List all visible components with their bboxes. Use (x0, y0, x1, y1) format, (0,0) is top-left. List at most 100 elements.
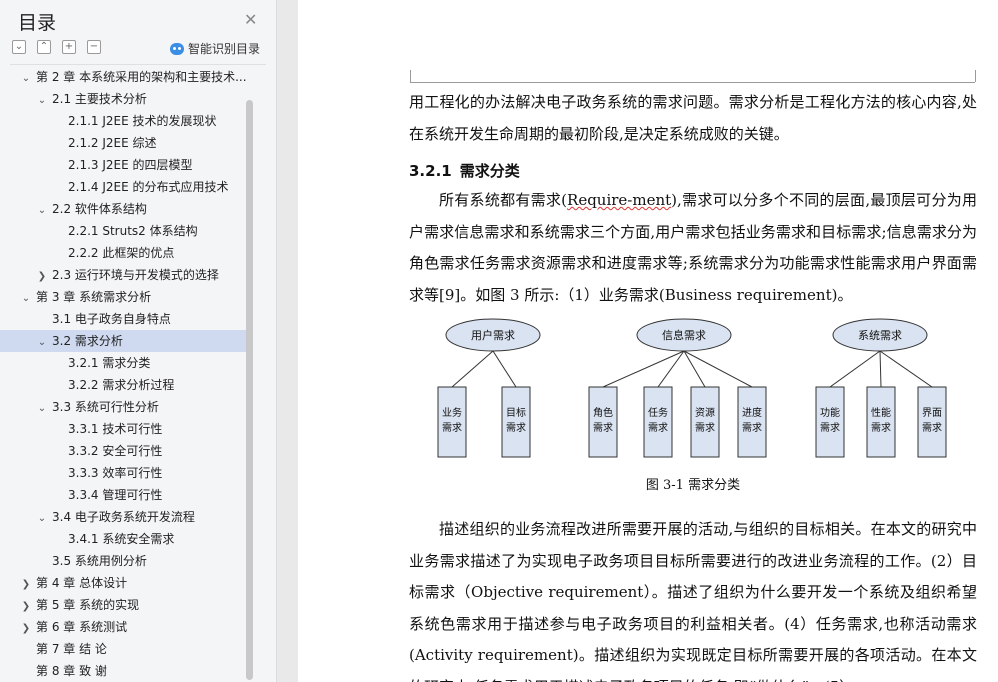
toc-item-label: 2.2 软件体系结构 (52, 202, 147, 216)
toc-item[interactable]: ⌄2.1.2 J2EE 综述 (0, 132, 250, 154)
toc-item[interactable]: ⌄ 第 2 章 本系统采用的架构和主要技术... (0, 66, 250, 88)
toc-item[interactable]: ⌄ 第 3 章 系统需求分析 (0, 286, 250, 308)
toc-item-label: 2.3 运行环境与开发模式的选择 (52, 268, 219, 282)
collapse-all-icon[interactable]: ⌄ (12, 40, 26, 54)
toc-item[interactable]: ⌄ 3.3 系统可行性分析 (0, 396, 250, 418)
toc-item-label: 3.2 需求分析 (52, 334, 123, 348)
section-heading[interactable]: 3.2.1 需求分类 (409, 160, 520, 181)
diagram-root-label: 用户需求 (471, 328, 515, 342)
toc-item[interactable]: ❯ 第 4 章 总体设计 (0, 572, 250, 594)
diagram-leaf-label: 需求 (871, 422, 891, 434)
toc-item[interactable]: ⌄2.2.2 此框架的优点 (0, 242, 250, 264)
toc-item[interactable]: ⌄第 8 章 致 谢 (0, 660, 250, 682)
diagram-connector (492, 350, 517, 388)
toc-item-label: 第 7 章 结 论 (36, 642, 107, 656)
diagram-leaf-node (815, 386, 845, 458)
figure-caption: 图 3-1 需求分类 (645, 478, 741, 493)
toc-item[interactable]: ⌄2.1.4 J2EE 的分布式应用技术 (0, 176, 250, 198)
diagram-root-label: 信息需求 (662, 328, 706, 342)
toc-item[interactable]: ⌄3.2.1 需求分类 (0, 352, 250, 374)
toc-item[interactable]: ❯ 第 5 章 系统的实现 (0, 594, 250, 616)
heading-text: 需求分类 (459, 162, 520, 180)
smart-toc-button[interactable]: 智能识别目录 (170, 40, 260, 57)
diagram-leaf-label: 资源 (695, 406, 715, 419)
toc-item-label: 2.2.1 Struts2 体系结构 (68, 224, 198, 238)
toc-item[interactable]: ⌄3.2.2 需求分析过程 (0, 374, 250, 396)
toc-item-label: 3.3.2 安全可行性 (68, 444, 163, 458)
toc-item[interactable]: ❯ 2.3 运行环境与开发模式的选择 (0, 264, 250, 286)
diagram-leaf-node (690, 386, 720, 458)
toc-item[interactable]: ⌄第 7 章 结 论 (0, 638, 250, 660)
toc-item[interactable]: ⌄3.3.4 管理可行性 (0, 484, 250, 506)
toc-item[interactable]: ⌄ 2.1 主要技术分析 (0, 88, 250, 110)
toc-item-label: 2.1.1 J2EE 技术的发展现状 (68, 114, 217, 128)
toc-item-label: 3.3.3 效率可行性 (68, 466, 163, 480)
toc-item-label: 第 5 章 系统的实现 (36, 598, 140, 612)
diagram-leaf-label: 任务 (648, 406, 668, 419)
requirements-diagram: 用户需求 信息需求 系统需求业务需求 目标需求 角色需求 任务需求 资源需求 进度需求 功能需求… (437, 318, 947, 458)
toc-item[interactable]: ⌄ 2.2 软件体系结构 (0, 198, 250, 220)
chevron-down-icon[interactable]: ⌄ (36, 90, 48, 110)
p2-part-a: 所有系统都有需求( (439, 191, 568, 209)
diagram-leaf-label: 功能 (820, 406, 840, 419)
toc-item-label: 3.1 电子政务自身特点 (52, 312, 171, 326)
toc-sidebar: 目录 ✕ ⌄ ⌃ + − 智能识别目录 ⌄ 第 2 章 本系统采用的架构和主要技术… (0, 0, 277, 682)
chevron-right-icon[interactable]: ❯ (20, 618, 32, 638)
toc-item[interactable]: ⌄3.4.1 系统安全需求 (0, 528, 250, 550)
chevron-down-icon[interactable]: ⌄ (20, 68, 32, 88)
remove-heading-icon[interactable]: − (87, 40, 101, 54)
chevron-down-icon[interactable]: ⌄ (36, 200, 48, 220)
toc-item[interactable]: ⌄2.1.1 J2EE 技术的发展现状 (0, 110, 250, 132)
toc-item[interactable]: ⌄ 3.4 电子政务系统开发流程 (0, 506, 250, 528)
diagram-leaf-node (866, 386, 896, 458)
diagram-connector (879, 350, 882, 388)
toc-item[interactable]: ⌄3.5 系统用例分析 (0, 550, 250, 572)
diagram-connector (879, 350, 933, 388)
diagram-leaf-label: 需求 (442, 422, 462, 434)
toc-item[interactable]: ⌄3.3.3 效率可行性 (0, 462, 250, 484)
diagram-leaf-node (643, 386, 673, 458)
spellcheck-word[interactable]: Require-ment (567, 191, 671, 209)
toc-item-label: 3.4 电子政务系统开发流程 (52, 510, 195, 524)
diagram-leaf-label: 进度 (742, 406, 762, 419)
toc-item-label: 2.1.3 J2EE 的四层模型 (68, 158, 193, 172)
paragraph-2[interactable]: 所有系统都有需求(Require-ment),需求可以分多个不同的层面,最顶层可… (409, 185, 977, 311)
close-icon[interactable]: ✕ (244, 12, 257, 28)
paragraph-1[interactable]: 用工程化的办法解决电子政务系统的需求问题。需求分析是工程化方法的核心内容,处在系… (409, 87, 977, 150)
chevron-down-icon[interactable]: ⌄ (36, 508, 48, 528)
toc-item-label: 3.3.1 技术可行性 (68, 422, 163, 436)
diagram-leaf-label: 需求 (820, 422, 840, 434)
diagram-leaf-node (501, 386, 531, 458)
chevron-right-icon[interactable]: ❯ (36, 266, 48, 286)
toc-item[interactable]: ⌄3.3.1 技术可行性 (0, 418, 250, 440)
paragraph-3[interactable]: 描述组织的业务流程改进所需要开展的活动,与组织的目标相关。在本文的研究中业务需求… (409, 514, 977, 682)
chevron-right-icon[interactable]: ❯ (20, 596, 32, 616)
toc-item-label: 2.1.2 J2EE 综述 (68, 136, 157, 150)
toc-item[interactable]: ❯ 第 6 章 系统测试 (0, 616, 250, 638)
expand-up-icon[interactable]: ⌃ (37, 40, 51, 54)
toc-item-label: 第 2 章 本系统采用的架构和主要技术... (36, 70, 247, 84)
toc-item-label: 第 6 章 系统测试 (36, 620, 128, 634)
diagram-leaf-node (917, 386, 947, 458)
toc-item-label: 3.2.2 需求分析过程 (68, 378, 175, 392)
chevron-down-icon[interactable]: ⌄ (36, 332, 48, 352)
chevron-down-icon[interactable]: ⌄ (20, 288, 32, 308)
heading-number: 3.2.1 (409, 162, 452, 180)
add-heading-icon[interactable]: + (62, 40, 76, 54)
toc-item[interactable]: ⌄2.1.3 J2EE 的四层模型 (0, 154, 250, 176)
toc-item[interactable]: ⌄3.1 电子政务自身特点 (0, 308, 250, 330)
diagram-leaf-label: 业务 (442, 406, 462, 419)
toc-item[interactable]: ⌄ 3.2 需求分析 (0, 330, 250, 352)
toc-item[interactable]: ⌄3.3.2 安全可行性 (0, 440, 250, 462)
toc-item[interactable]: ⌄2.2.1 Struts2 体系结构 (0, 220, 250, 242)
sidebar-scrollbar[interactable] (246, 100, 253, 680)
header-line (410, 82, 975, 83)
chevron-right-icon[interactable]: ❯ (20, 574, 32, 594)
diagram-leaf-label: 需求 (742, 422, 762, 434)
toc-item-label: 第 3 章 系统需求分析 (36, 290, 152, 304)
smart-toc-label: 智能识别目录 (188, 42, 261, 56)
diagram-leaf-label: 界面 (922, 407, 942, 419)
chevron-down-icon[interactable]: ⌄ (36, 398, 48, 418)
diagram-connector (451, 350, 494, 388)
diagram-root-label: 系统需求 (858, 329, 902, 342)
